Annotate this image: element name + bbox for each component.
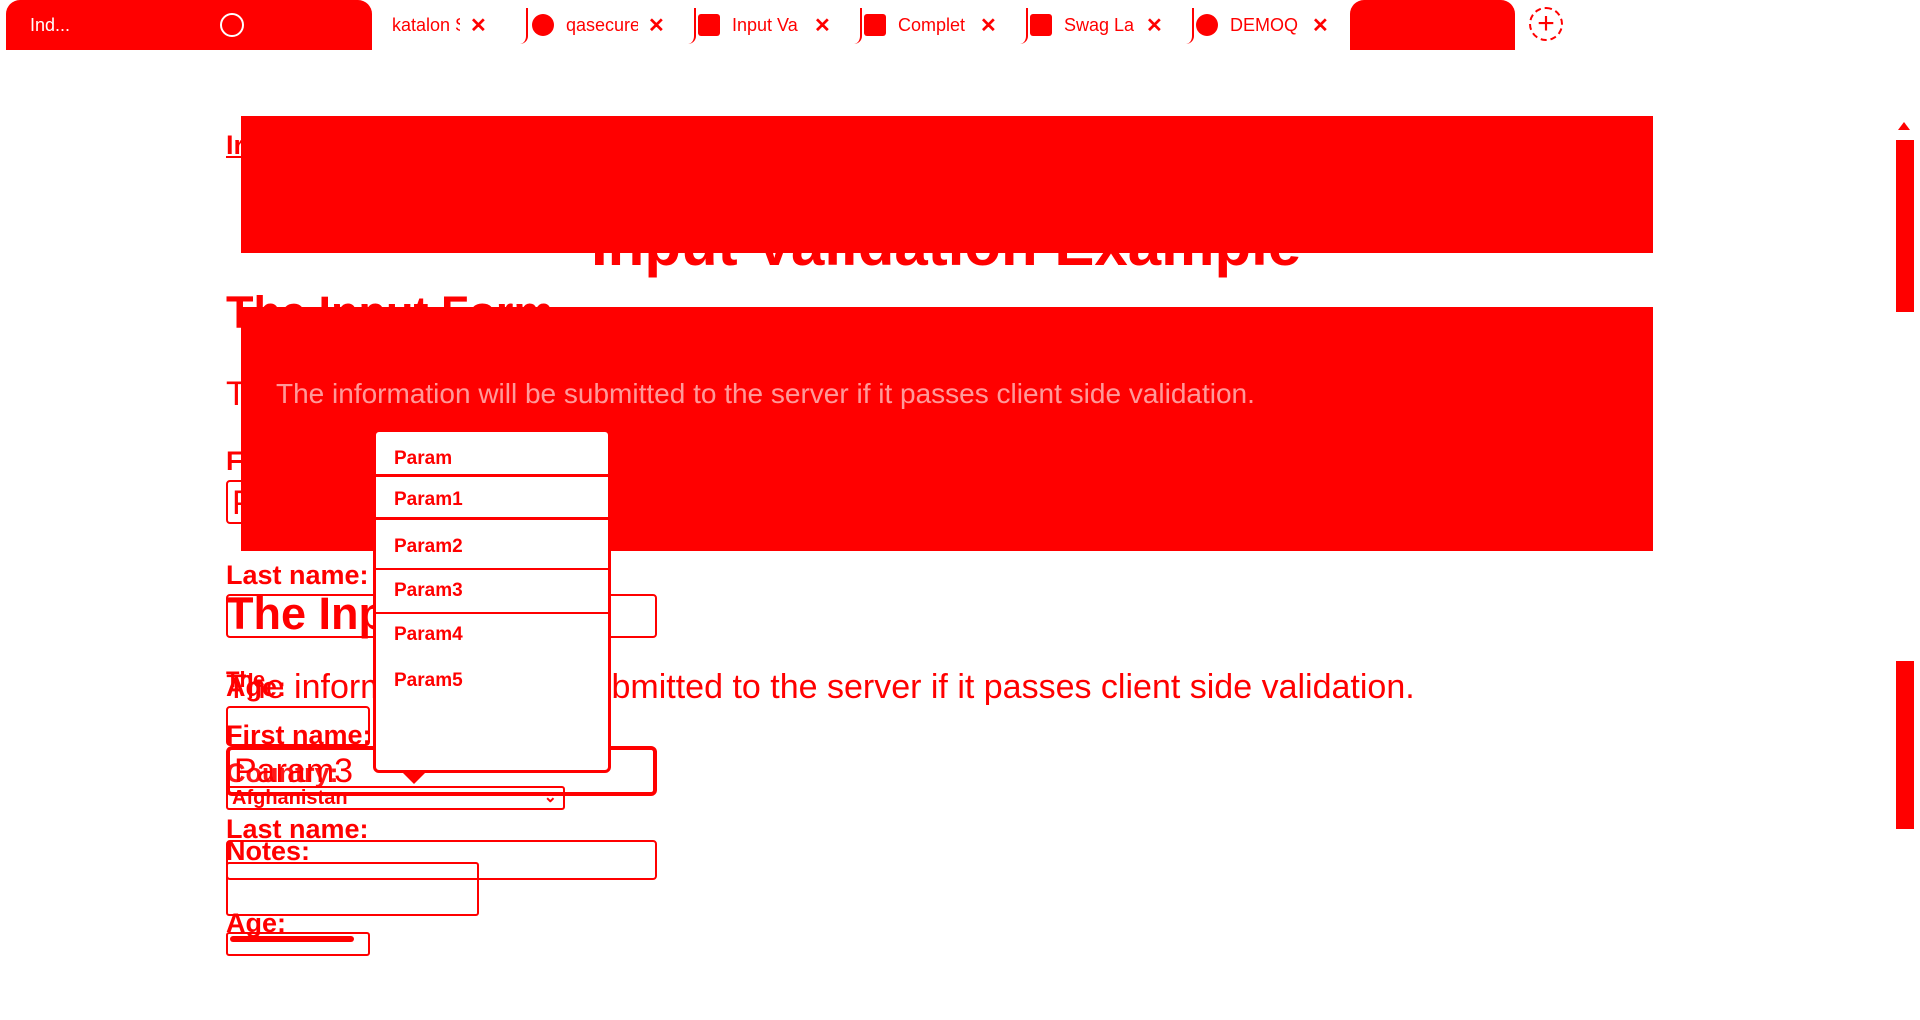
scrollbar-thumb-secondary[interactable]	[1896, 661, 1914, 829]
page-icon	[698, 14, 720, 36]
tab-title: Input Va	[732, 14, 798, 35]
tab-katalon[interactable]: katalon S ✕	[382, 0, 528, 50]
close-icon[interactable]: ✕	[1312, 13, 1329, 38]
country-label: Country:	[226, 758, 339, 788]
last-name-label: Last name:	[226, 560, 369, 590]
tab-qasecure[interactable]: qasecure ✕	[532, 0, 696, 50]
tab-placeholder[interactable]	[1350, 0, 1515, 50]
globe-icon	[532, 14, 554, 36]
tab-separator	[684, 8, 696, 44]
scrollbar-thumb[interactable]	[1896, 140, 1914, 312]
autocomplete-option-highlighted[interactable]: Param1	[376, 474, 608, 520]
dropdown-caret-icon	[402, 772, 426, 784]
tab-separator	[1182, 8, 1194, 44]
tab-active[interactable]: Ind...	[6, 0, 372, 50]
close-icon[interactable]: ✕	[980, 13, 997, 38]
autocomplete-option[interactable]: Param5	[376, 658, 608, 704]
globe-icon	[1196, 14, 1218, 36]
close-icon[interactable]: ✕	[470, 13, 487, 38]
tab-title: qasecure	[566, 14, 638, 35]
close-icon[interactable]: ✕	[1146, 13, 1163, 38]
first-name-field-short-value: P	[232, 484, 255, 522]
chevron-down-icon: ⌄	[543, 789, 557, 806]
tab-separator	[850, 8, 862, 44]
page-title: Input Validation Example	[591, 211, 1302, 278]
country-select[interactable]: Afghanistan ⌄	[226, 786, 565, 810]
tab-title: katalon S	[392, 14, 460, 35]
scroll-up-arrow-icon[interactable]	[1898, 122, 1910, 130]
intro-text-faded: The information will be submitted to the…	[276, 378, 1255, 409]
close-icon[interactable]: ✕	[814, 13, 831, 38]
autocomplete-option[interactable]: Param2	[376, 524, 608, 570]
tab-complete[interactable]: Complet ✕	[864, 0, 1028, 50]
tab-demoqa[interactable]: DEMOQ ✕	[1196, 0, 1354, 50]
country-select-value: Afghanistan	[232, 787, 348, 809]
globe-icon	[220, 13, 244, 37]
browser-tab-strip: Ind... katalon S ✕ qasecure ✕ Input Va ✕…	[0, 0, 1920, 50]
tab-swag-labs[interactable]: Swag La ✕	[1030, 0, 1194, 50]
tab-separator	[1016, 8, 1028, 44]
tab-title: Complet	[898, 14, 966, 35]
page-icon	[864, 14, 886, 36]
age-field[interactable]	[226, 932, 370, 956]
first-name-label-short: F	[226, 446, 243, 476]
intro-text-short: T	[226, 375, 247, 413]
tab-separator	[516, 8, 528, 44]
new-tab-button[interactable]: +	[1529, 7, 1563, 41]
tab-title: DEMOQ	[1230, 14, 1299, 35]
autocomplete-option[interactable]: Param3	[376, 568, 608, 614]
tab-title: Swag La	[1064, 14, 1135, 35]
close-icon[interactable]: ✕	[648, 13, 665, 38]
tab-title: Ind...	[30, 14, 71, 35]
tab-input-validation[interactable]: Input Va ✕	[698, 0, 862, 50]
autocomplete-dropdown: Param Param1 Param2 Param3 Param4 Param5	[373, 429, 611, 784]
age-field-fill	[230, 936, 354, 942]
swag-icon	[1030, 14, 1052, 36]
autocomplete-option[interactable]: Param4	[376, 612, 608, 658]
section-title-overlap: The Inp	[226, 588, 386, 639]
